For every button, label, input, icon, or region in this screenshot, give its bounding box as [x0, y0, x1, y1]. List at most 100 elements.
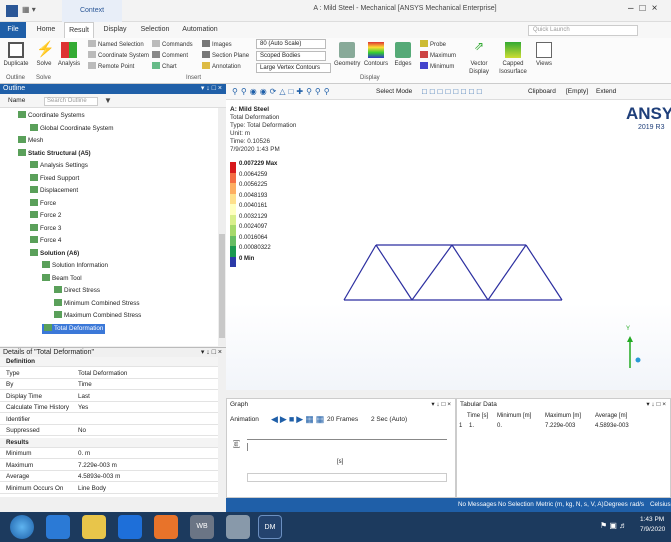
col-minimum[interactable]: Minimum [m] — [497, 413, 531, 419]
tree-item[interactable]: Minimum Combined Stress — [54, 298, 140, 309]
contours-dropdown[interactable]: Large Vertex Contours — [256, 63, 331, 73]
col-maximum[interactable]: Maximum [m] — [545, 413, 581, 419]
browser-icon[interactable] — [46, 515, 70, 539]
start-button[interactable] — [10, 515, 34, 539]
details-value[interactable]: 4.5893e-003 m — [78, 472, 120, 482]
details-value[interactable]: Last — [78, 392, 90, 402]
graph-timeline[interactable] — [247, 443, 447, 451]
tree-item[interactable]: Mesh — [18, 136, 43, 146]
scale-dropdown[interactable]: 80 (Auto Scale) — [256, 39, 326, 49]
frames-dropdown[interactable]: 20 Frames — [327, 416, 358, 423]
coordinate-system-button[interactable]: Coordinate System — [88, 51, 149, 61]
firefox-icon[interactable] — [154, 515, 178, 539]
truss-member[interactable] — [451, 244, 489, 301]
details-row[interactable]: Results — [0, 437, 218, 448]
clipboard-button[interactable]: Clipboard — [528, 88, 556, 95]
tree-item[interactable]: Beam Tool — [42, 273, 82, 284]
solve-button[interactable]: ⚡ Solve — [33, 42, 55, 68]
app-icon[interactable] — [6, 5, 18, 17]
tree-item[interactable]: Solution (A6) — [30, 248, 79, 259]
truss-member[interactable] — [343, 244, 377, 301]
details-row[interactable]: Maximum 7.229e-003 m — [0, 461, 218, 471]
extend-button[interactable]: Extend — [596, 88, 616, 95]
tree-item[interactable]: Displacement — [30, 186, 78, 196]
details-row[interactable]: Minimum 0. m — [0, 449, 218, 459]
truss-member[interactable] — [487, 244, 527, 301]
tree-item[interactable]: Coordinate Systems — [18, 111, 85, 121]
app-icon[interactable] — [226, 515, 250, 539]
tab-selection[interactable]: Selection — [136, 22, 174, 38]
details-row[interactable]: Minimum Occurs On Line Body — [0, 484, 218, 494]
analysis-button[interactable]: Analysis — [57, 42, 81, 68]
details-value[interactable]: 7.229e-003 m — [78, 461, 117, 471]
graphics-viewport[interactable]: A: Mild Steel Total Deformation Type: To… — [226, 100, 671, 390]
outline-scrollbar[interactable] — [218, 108, 226, 346]
details-row[interactable]: By Time — [0, 380, 218, 390]
graph-slider[interactable] — [247, 473, 447, 482]
duration-dropdown[interactable]: 2 Sec (Auto) — [371, 416, 407, 423]
search-outline-input[interactable]: Search Outline — [44, 97, 98, 106]
annotation-button[interactable]: Annotation — [202, 62, 241, 72]
zoom-icons[interactable]: ⚲⚲◉◉⟳△□✚⚲⚲⚲ — [232, 87, 333, 96]
celsius-status[interactable]: Celsius — [650, 498, 671, 512]
cell-minimum[interactable]: 0. — [497, 423, 502, 429]
details-row[interactable]: Display Time Last — [0, 392, 218, 402]
cell-time[interactable]: 1. — [469, 423, 474, 429]
geometry-button[interactable]: Geometry — [334, 42, 360, 68]
col-average[interactable]: Average [m] — [595, 413, 627, 419]
tree-item[interactable]: Fixed Support — [30, 173, 79, 184]
tab-file[interactable]: File — [0, 22, 26, 38]
tree-item[interactable]: Analysis Settings — [30, 161, 88, 171]
comment-button[interactable]: Comment — [152, 51, 188, 61]
truss-model[interactable] — [226, 100, 671, 390]
details-value[interactable]: Line Body — [78, 484, 106, 494]
section-plane-button[interactable]: Section Plane — [202, 51, 249, 61]
tree-item[interactable]: Force — [30, 198, 56, 209]
tab-result[interactable]: Result — [64, 22, 94, 38]
scroll-thumb[interactable] — [219, 234, 225, 338]
play-controls[interactable]: ◀▶■▶▦▦ — [271, 414, 326, 425]
details-row[interactable]: Type Total Deformation — [0, 369, 218, 379]
details-value[interactable]: Total Deformation — [78, 369, 127, 379]
rads-status[interactable]: rad/s — [630, 498, 644, 512]
probe-button[interactable]: Probe — [420, 40, 446, 50]
tree-item[interactable]: Global Coordinate System — [30, 123, 114, 134]
select-button[interactable]: Select — [376, 88, 394, 95]
pin-icon[interactable]: ▾ ↓ □ × — [646, 400, 666, 408]
tab-automation[interactable]: Automation — [178, 22, 222, 38]
tree-item[interactable]: Direct Stress — [54, 286, 100, 296]
clock-date[interactable]: 7/9/2020 — [640, 526, 665, 533]
details-row[interactable]: Suppressed No — [0, 426, 218, 436]
selection-filter-icons[interactable]: □□□□□□□□ — [422, 87, 485, 96]
edges-button[interactable]: Edges — [392, 42, 414, 68]
tree-item[interactable]: Maximum Combined Stress — [54, 311, 141, 321]
truss-member[interactable] — [411, 244, 453, 301]
context-tab[interactable]: Context — [62, 0, 122, 22]
units-status[interactable]: Metric (m, kg, N, s, V, A) — [536, 498, 604, 512]
images-button[interactable]: Images — [202, 40, 232, 50]
tree-item[interactable]: Total Deformation — [42, 323, 106, 334]
truss-member[interactable] — [525, 244, 563, 301]
folder-icon[interactable] — [82, 515, 106, 539]
contours-button[interactable]: Contours — [362, 42, 390, 68]
named-selection-button[interactable]: Named Selection — [88, 40, 144, 50]
details-value[interactable]: Time — [78, 380, 92, 390]
cell-maximum[interactable]: 7.229e-003 — [545, 423, 575, 429]
pin-icon[interactable]: ▾ ↓ □ × — [201, 84, 222, 94]
details-row[interactable]: Definition — [0, 357, 218, 367]
tab-display[interactable]: Display — [98, 22, 132, 38]
quick-access-toolbar[interactable]: ▦ ▾ — [22, 5, 50, 17]
details-row[interactable]: Identifier — [0, 415, 218, 425]
tree-item[interactable]: Force 3 — [30, 223, 61, 234]
degrees-status[interactable]: Degrees — [604, 498, 628, 512]
truss-member[interactable] — [375, 244, 413, 301]
details-row[interactable]: Average 4.5893e-003 m — [0, 472, 218, 482]
tree-item[interactable]: Force 4 — [30, 236, 61, 246]
media-icon[interactable] — [118, 515, 142, 539]
messages-status[interactable]: No Messages — [458, 498, 497, 512]
views-button[interactable]: Views — [534, 42, 554, 68]
window-controls[interactable]: –□× — [628, 3, 671, 17]
remote-point-button[interactable]: Remote Point — [88, 62, 134, 72]
tree-item[interactable]: Force 2 — [30, 211, 61, 221]
details-value[interactable]: 0. m — [78, 449, 90, 459]
